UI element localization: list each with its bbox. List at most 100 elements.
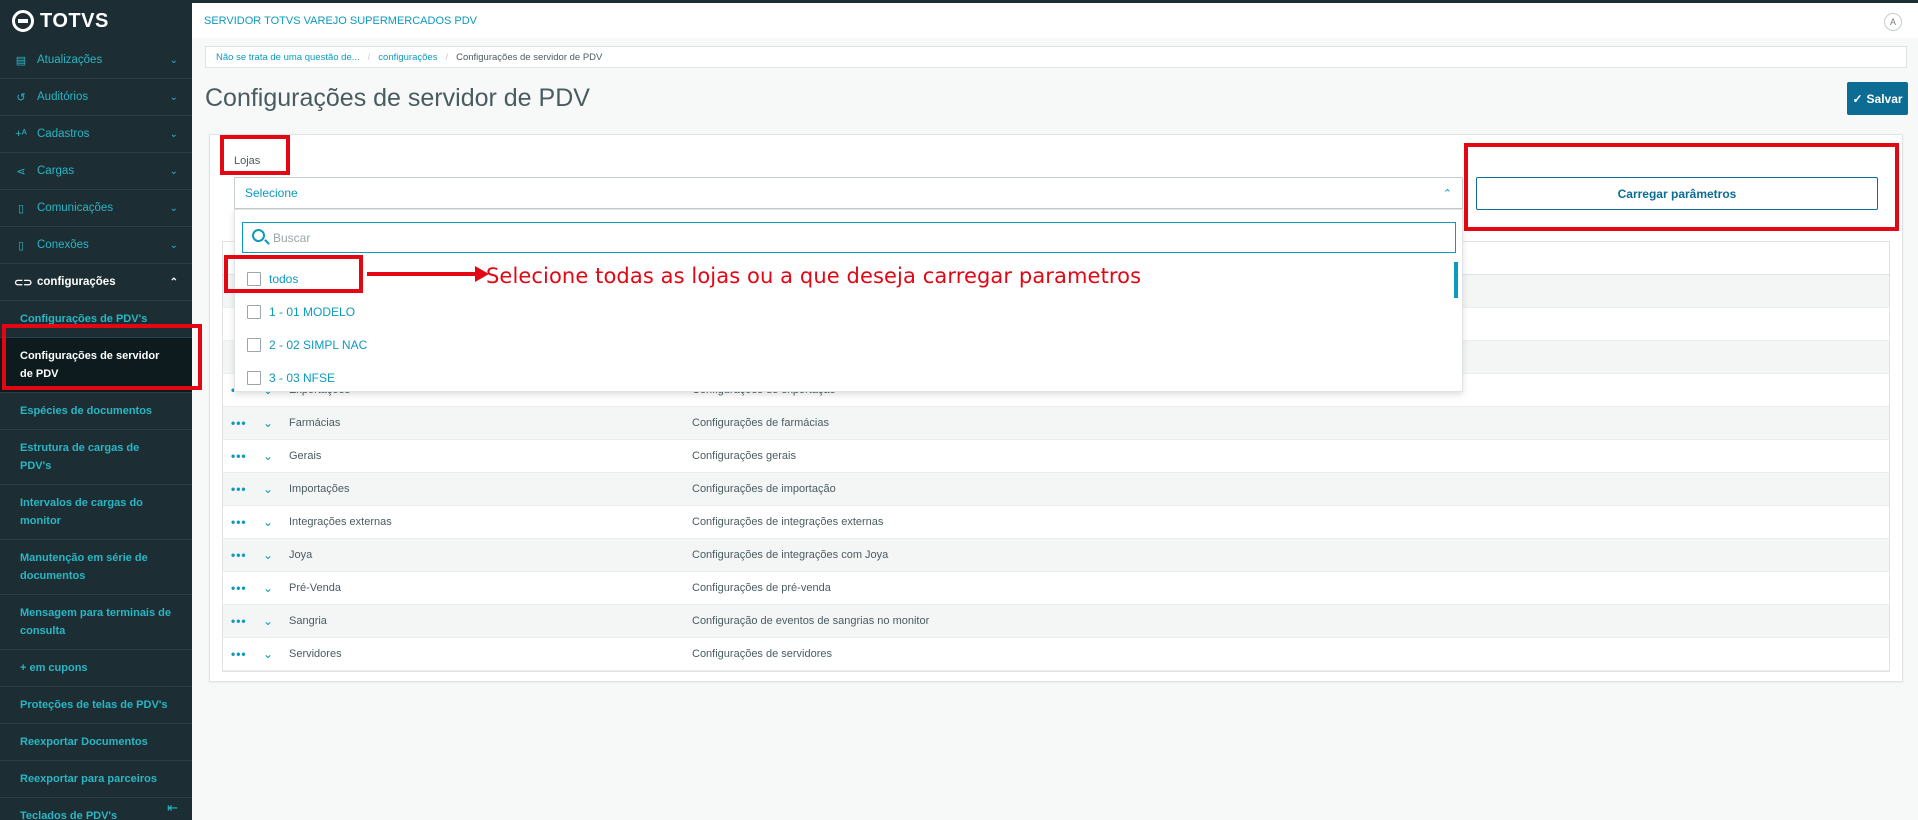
row-name: Joya: [289, 549, 313, 561]
totvs-logo-icon: [12, 10, 34, 32]
sidebar-subitem[interactable]: Proteções de telas de PDV's: [0, 687, 192, 724]
search-icon: [252, 229, 265, 242]
avatar[interactable]: A: [1884, 13, 1902, 31]
row-desc: Configurações de pré-venda: [692, 582, 831, 594]
annotation-arrow: [367, 266, 489, 282]
document-icon: ▯: [17, 202, 25, 215]
save-button[interactable]: ✓ Salvar: [1847, 82, 1908, 115]
more-icon[interactable]: •••: [231, 548, 247, 562]
collapse-menu-icon[interactable]: ⇤: [167, 800, 178, 816]
sidebar-subitem[interactable]: Mensagem para terminais de consulta: [0, 595, 192, 650]
add-user-icon: +ᴬ: [15, 128, 27, 140]
sidebar-item-conexoes[interactable]: ▯ Conexões ⌄: [0, 227, 192, 264]
sidebar-subitem[interactable]: Reexportar Documentos: [0, 724, 192, 761]
table-row: ••• ⌄ Joya Configurações de integrações …: [223, 539, 1889, 572]
lojas-select[interactable]: Selecione ⌃: [234, 177, 1463, 209]
row-desc: Configuração de eventos de sangrias no m…: [692, 615, 930, 627]
more-icon[interactable]: •••: [231, 647, 247, 661]
sidebar-item-auditorios[interactable]: ↺ Auditórios ⌄: [0, 79, 192, 116]
option-loja[interactable]: 3 - 03 NFSE: [247, 368, 335, 388]
sidebar-subitem[interactable]: Manutenção em série de documentos: [0, 540, 192, 595]
chevron-down-icon: ⌄: [169, 202, 178, 214]
link-icon: ⊂⊃: [14, 276, 33, 289]
sidebar-item-label: Cargas: [37, 165, 75, 177]
sidebar-item-cadastros[interactable]: +ᴬ Cadastros ⌄: [0, 116, 192, 153]
table-row: ••• ⌄ Servidores Configurações de servid…: [223, 638, 1889, 671]
breadcrumb-item[interactable]: Não se trata de uma questão de...: [212, 52, 368, 63]
chevron-down-icon[interactable]: ⌄: [263, 581, 273, 595]
annotation-box-todos: [224, 255, 363, 293]
row-name: Gerais: [289, 450, 322, 462]
breadcrumb-separator: /: [445, 51, 449, 63]
breadcrumb-item[interactable]: configurações: [374, 52, 445, 63]
table-row: ••• ⌄ Farmácias Configurações de farmáci…: [223, 407, 1889, 440]
chevron-down-icon[interactable]: ⌄: [263, 515, 273, 529]
row-desc: Configurações de importação: [692, 483, 836, 495]
more-icon[interactable]: •••: [231, 449, 247, 463]
more-icon[interactable]: •••: [231, 614, 247, 628]
checkbox[interactable]: [247, 305, 261, 319]
annotation-box-menu: [2, 324, 202, 390]
sidebar-item-label: Conexões: [37, 239, 89, 251]
sidebar-subitem[interactable]: Teclados de PDV's: [0, 798, 192, 820]
history-icon: ↺: [16, 91, 26, 104]
table-row: ••• ⌄ Pré-Venda Configurações de pré-ven…: [223, 572, 1889, 605]
sidebar-item-label: Comunicações: [37, 202, 114, 214]
row-desc: Configurações gerais: [692, 450, 796, 462]
app-title: SERVIDOR TOTVS VAREJO SUPERMERCADOS PDV: [204, 14, 478, 27]
table-row: ••• ⌄ Sangria Configuração de eventos de…: [223, 605, 1889, 638]
totvs-logo[interactable]: TOTVS: [0, 0, 192, 42]
chevron-down-icon[interactable]: ⌄: [263, 647, 273, 661]
sidebar-subitem[interactable]: Estrutura de cargas de PDV's: [0, 430, 192, 485]
row-desc: Configurações de integrações externas: [692, 516, 884, 528]
sidebar-item-label: Cadastros: [37, 128, 90, 140]
sidebar-item-comunicacoes[interactable]: ▯ Comunicações ⌄: [0, 190, 192, 227]
breadcrumb-separator: /: [367, 51, 371, 63]
checkbox[interactable]: [247, 338, 261, 352]
row-desc: Configurações de integrações com Joya: [692, 549, 889, 561]
more-icon[interactable]: •••: [231, 482, 247, 496]
sidebar-item-cargas[interactable]: ⋖ Cargas ⌄: [0, 153, 192, 190]
option-loja[interactable]: 1 - 01 MODELO: [247, 302, 355, 322]
more-icon[interactable]: •••: [231, 416, 247, 430]
sidebar-item-atualizacoes[interactable]: ▤ Atualizações ⌄: [0, 42, 192, 79]
annotation-text: Selecione todas as lojas ou a que deseja…: [486, 264, 1142, 288]
chevron-down-icon[interactable]: ⌄: [263, 482, 273, 496]
breadcrumb-current: Configurações de servidor de PDV: [456, 51, 603, 63]
sidebar-subitem[interactable]: Espécies de documentos: [0, 393, 192, 430]
save-button-label: Salvar: [1866, 91, 1903, 106]
logo-text: TOTVS: [40, 9, 109, 32]
chevron-down-icon[interactable]: ⌄: [263, 449, 273, 463]
sidebar-subitem[interactable]: Reexportar para parceiros: [0, 761, 192, 798]
sidebar-item-configuracoes[interactable]: ⊂⊃ configurações ⌃: [0, 264, 192, 301]
row-name: Importações: [289, 483, 350, 495]
sidebar: TOTVS ▤ Atualizações ⌄ ↺ Auditórios ⌄ +ᴬ…: [0, 0, 192, 820]
annotation-box-load: [1464, 143, 1899, 231]
sidebar-item-label: configurações: [37, 276, 116, 288]
row-desc: Configurações de farmácias: [692, 417, 829, 429]
option-label: 2 - 02 SIMPL NAC: [269, 338, 368, 352]
checkbox[interactable]: [247, 371, 261, 385]
chevron-down-icon[interactable]: ⌄: [263, 548, 273, 562]
chevron-down-icon: ⌄: [169, 91, 178, 103]
header: SERVIDOR TOTVS VAREJO SUPERMERCADOS PDV …: [192, 0, 1918, 38]
row-name: Pré-Venda: [289, 582, 341, 594]
lojas-dropdown: Buscar todos 1 - 01 MODELO 2 - 02 SIMPL …: [234, 209, 1463, 392]
row-desc: Configurações de servidores: [692, 648, 833, 660]
chevron-down-icon: ⌄: [169, 54, 178, 66]
share-icon: ⋖: [16, 165, 26, 178]
search-input[interactable]: Buscar: [242, 222, 1456, 253]
option-loja[interactable]: 2 - 02 SIMPL NAC: [247, 335, 367, 355]
chevron-down-icon[interactable]: ⌄: [263, 614, 273, 628]
page-title: Configurações de servidor de PDV: [205, 84, 590, 112]
sidebar-subitem[interactable]: Intervalos de cargas do monitor: [0, 485, 192, 540]
chevron-down-icon[interactable]: ⌄: [263, 416, 273, 430]
chevron-up-icon: ⌃: [169, 276, 178, 288]
sidebar-item-label: Auditórios: [37, 91, 89, 103]
sidebar-subitem[interactable]: + em cupons: [0, 650, 192, 687]
more-icon[interactable]: •••: [231, 581, 247, 595]
table-row: ••• ⌄ Importações Configurações de impor…: [223, 473, 1889, 506]
more-icon[interactable]: •••: [231, 515, 247, 529]
dropdown-scrollbar[interactable]: [1454, 262, 1458, 298]
search-placeholder: Buscar: [273, 230, 311, 245]
